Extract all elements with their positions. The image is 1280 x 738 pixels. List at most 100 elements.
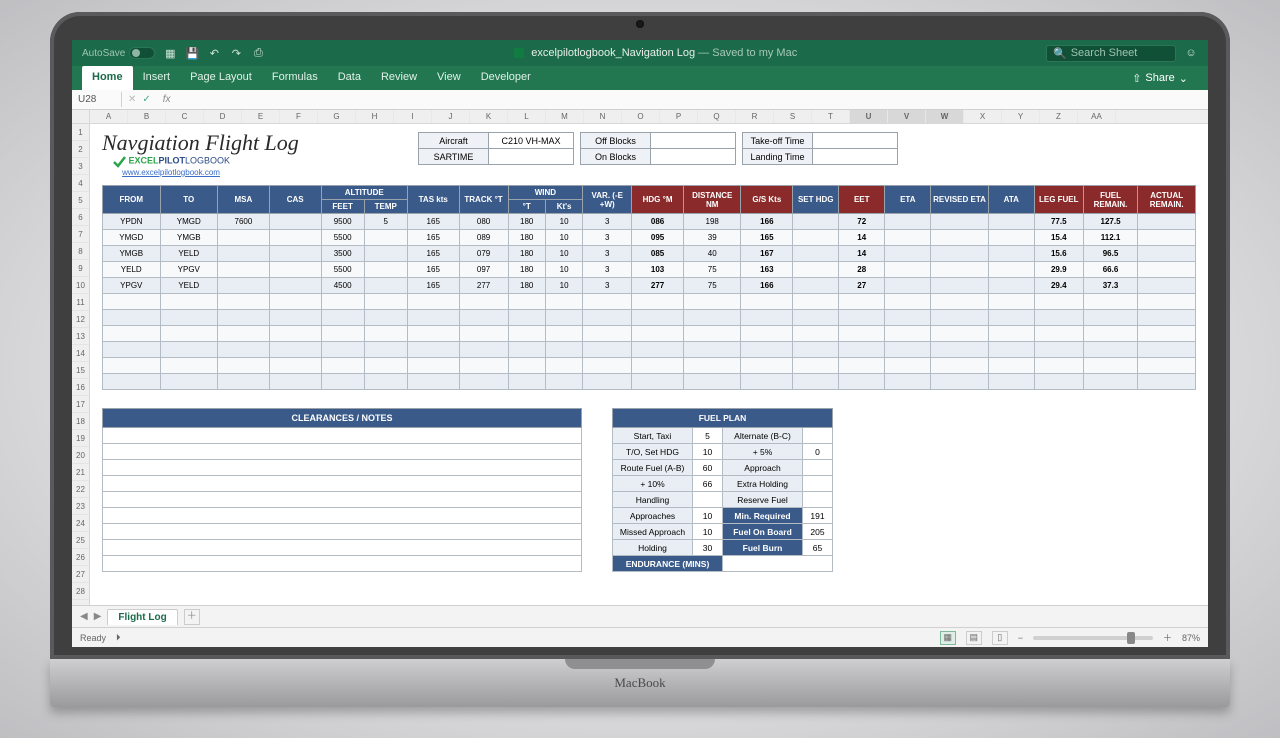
- cancel-icon[interactable]: ✕: [128, 94, 136, 105]
- row-header[interactable]: 20: [72, 447, 89, 464]
- table-cell[interactable]: [1083, 342, 1138, 358]
- table-cell[interactable]: [931, 310, 989, 326]
- col-header[interactable]: O: [622, 110, 660, 123]
- col-header[interactable]: Y: [1002, 110, 1040, 123]
- table-cell[interactable]: [583, 294, 632, 310]
- table-cell[interactable]: 10: [545, 262, 582, 278]
- table-cell[interactable]: [793, 310, 839, 326]
- print-icon[interactable]: ⎙: [251, 47, 265, 60]
- row-header[interactable]: 24: [72, 515, 89, 532]
- table-cell[interactable]: [793, 230, 839, 246]
- table-cell[interactable]: 167: [741, 246, 793, 262]
- table-cell[interactable]: [885, 294, 931, 310]
- table-cell[interactable]: [269, 230, 321, 246]
- table-cell[interactable]: [1138, 358, 1196, 374]
- table-cell[interactable]: 085: [632, 246, 684, 262]
- col-header[interactable]: K: [470, 110, 508, 123]
- table-cell[interactable]: [459, 294, 508, 310]
- table-cell[interactable]: [269, 310, 321, 326]
- col-header[interactable]: D: [204, 110, 242, 123]
- table-cell[interactable]: [931, 214, 989, 230]
- table-cell[interactable]: [632, 326, 684, 342]
- table-cell[interactable]: [321, 326, 364, 342]
- table-cell[interactable]: [1138, 326, 1196, 342]
- table-cell[interactable]: [269, 214, 321, 230]
- table-cell[interactable]: [1034, 326, 1083, 342]
- col-header[interactable]: J: [432, 110, 470, 123]
- search-box[interactable]: 🔍 Search Sheet: [1046, 45, 1176, 62]
- table-cell[interactable]: [218, 374, 270, 390]
- table-cell[interactable]: 277: [459, 278, 508, 294]
- table-cell[interactable]: 39: [683, 230, 741, 246]
- table-cell[interactable]: [364, 230, 407, 246]
- table-cell[interactable]: [321, 294, 364, 310]
- table-cell[interactable]: [632, 342, 684, 358]
- table-cell[interactable]: [988, 374, 1034, 390]
- table-cell[interactable]: [839, 374, 885, 390]
- table-cell[interactable]: 5500: [321, 230, 364, 246]
- table-cell[interactable]: [741, 310, 793, 326]
- col-header[interactable]: L: [508, 110, 546, 123]
- sartime-value[interactable]: [489, 149, 574, 165]
- table-cell[interactable]: [793, 294, 839, 310]
- table-cell[interactable]: YPGV: [103, 278, 161, 294]
- table-cell[interactable]: [741, 342, 793, 358]
- table-cell[interactable]: [459, 358, 508, 374]
- row-header[interactable]: 26: [72, 549, 89, 566]
- notes-row[interactable]: [103, 524, 582, 540]
- table-cell[interactable]: [407, 310, 459, 326]
- table-cell[interactable]: [364, 310, 407, 326]
- table-cell[interactable]: [321, 342, 364, 358]
- table-cell[interactable]: [885, 326, 931, 342]
- col-header[interactable]: Z: [1040, 110, 1078, 123]
- smiley-icon[interactable]: ☺: [1184, 47, 1198, 59]
- table-cell[interactable]: [545, 294, 582, 310]
- table-cell[interactable]: [218, 358, 270, 374]
- table-cell[interactable]: [508, 294, 545, 310]
- row-header[interactable]: 22: [72, 481, 89, 498]
- accept-icon[interactable]: ✓: [142, 94, 150, 105]
- table-cell[interactable]: [407, 374, 459, 390]
- table-cell[interactable]: [160, 326, 218, 342]
- row-header[interactable]: 16: [72, 379, 89, 396]
- table-cell[interactable]: [793, 214, 839, 230]
- table-cell[interactable]: [885, 358, 931, 374]
- table-cell[interactable]: 10: [545, 230, 582, 246]
- table-cell[interactable]: [407, 342, 459, 358]
- col-header[interactable]: E: [242, 110, 280, 123]
- autosave-toggle[interactable]: AutoSave: [82, 47, 155, 59]
- table-cell[interactable]: 165: [407, 214, 459, 230]
- row-header[interactable]: 1: [72, 124, 89, 141]
- col-header[interactable]: T: [812, 110, 850, 123]
- col-header[interactable]: G: [318, 110, 356, 123]
- undo-icon[interactable]: ↶: [207, 47, 221, 60]
- table-cell[interactable]: [364, 326, 407, 342]
- table-cell[interactable]: 27: [839, 278, 885, 294]
- table-cell[interactable]: 180: [508, 214, 545, 230]
- tab-review[interactable]: Review: [371, 66, 427, 90]
- table-cell[interactable]: 165: [407, 230, 459, 246]
- col-header[interactable]: V: [888, 110, 926, 123]
- row-header[interactable]: 18: [72, 413, 89, 430]
- row-header[interactable]: 3: [72, 158, 89, 175]
- table-cell[interactable]: [741, 294, 793, 310]
- notes-row[interactable]: [103, 476, 582, 492]
- table-cell[interactable]: [269, 358, 321, 374]
- table-cell[interactable]: [793, 342, 839, 358]
- table-cell[interactable]: [218, 326, 270, 342]
- table-cell[interactable]: YPGV: [160, 262, 218, 278]
- table-cell[interactable]: [741, 358, 793, 374]
- row-header[interactable]: 4: [72, 175, 89, 192]
- table-cell[interactable]: 095: [632, 230, 684, 246]
- table-cell[interactable]: 29.9: [1034, 262, 1083, 278]
- table-cell[interactable]: [931, 342, 989, 358]
- tab-insert[interactable]: Insert: [133, 66, 181, 90]
- table-cell[interactable]: [931, 262, 989, 278]
- table-cell[interactable]: [364, 374, 407, 390]
- table-cell[interactable]: [931, 230, 989, 246]
- table-cell[interactable]: [583, 374, 632, 390]
- table-cell[interactable]: [683, 358, 741, 374]
- table-cell[interactable]: YELD: [103, 262, 161, 278]
- view-normal[interactable]: ▦: [940, 631, 956, 645]
- table-cell[interactable]: [269, 326, 321, 342]
